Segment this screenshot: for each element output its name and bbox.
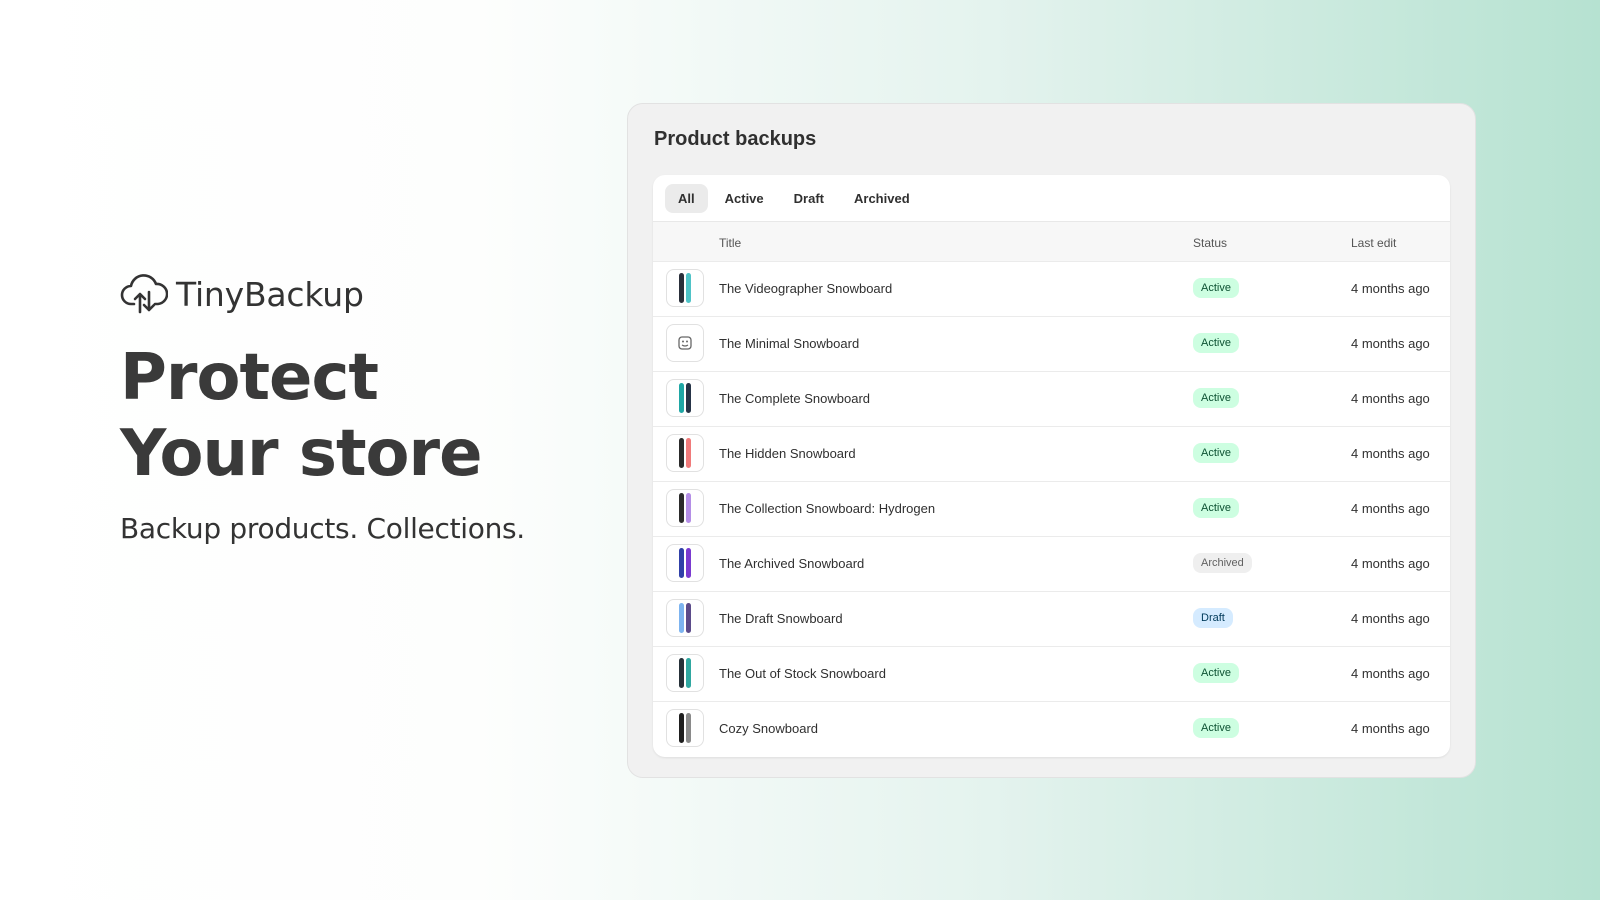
last-edit: 4 months ago (1351, 556, 1430, 571)
last-edit: 4 months ago (1351, 611, 1430, 626)
snowboard-image (679, 438, 684, 468)
snowboard-image (679, 603, 684, 633)
product-title[interactable]: Cozy Snowboard (719, 721, 818, 736)
status-badge: Active (1193, 443, 1239, 463)
product-title[interactable]: The Collection Snowboard: Hydrogen (719, 501, 935, 516)
status-badge: Draft (1193, 608, 1233, 628)
table-row[interactable]: The Hidden Snowboard Active 4 months ago (653, 427, 1450, 482)
product-title[interactable]: The Archived Snowboard (719, 556, 864, 571)
snowboard-image (686, 548, 691, 578)
snowboard-image (679, 658, 684, 688)
product-thumbnail (666, 599, 704, 637)
product-title[interactable]: The Videographer Snowboard (719, 281, 892, 296)
subline: Backup products. Collections. (120, 512, 525, 545)
headline: Protect Your store (120, 340, 525, 492)
tab-draft[interactable]: Draft (781, 184, 837, 213)
snowboard-image (679, 273, 684, 303)
last-edit: 4 months ago (1351, 391, 1430, 406)
table-row[interactable]: The Collection Snowboard: Hydrogen Activ… (653, 482, 1450, 537)
product-title[interactable]: The Minimal Snowboard (719, 336, 859, 351)
table-row[interactable]: The Minimal Snowboard Active 4 months ag… (653, 317, 1450, 372)
product-thumbnail (666, 434, 704, 472)
column-header-last-edit[interactable]: Last edit (1351, 236, 1396, 250)
filter-tabs: All Active Draft Archived (653, 175, 1450, 222)
status-badge: Active (1193, 498, 1239, 518)
headline-line-1: Protect (120, 341, 379, 415)
brand-name: TinyBackup (176, 274, 364, 314)
table-row[interactable]: The Complete Snowboard Active 4 months a… (653, 372, 1450, 427)
table-row[interactable]: The Videographer Snowboard Active 4 mont… (653, 262, 1450, 317)
last-edit: 4 months ago (1351, 446, 1430, 461)
snowboard-image (679, 493, 684, 523)
snowboard-image (686, 273, 691, 303)
headline-line-2: Your store (120, 417, 482, 491)
product-backups-panel: Product backups All Active Draft Archive… (627, 103, 1476, 778)
last-edit: 4 months ago (1351, 666, 1430, 681)
table-row[interactable]: Cozy Snowboard Active 4 months ago (653, 702, 1450, 757)
product-thumbnail (666, 324, 704, 362)
status-badge: Active (1193, 718, 1239, 738)
snowboard-image (679, 548, 684, 578)
last-edit: 4 months ago (1351, 336, 1430, 351)
snowboard-image (686, 603, 691, 633)
cloud-upload-download-icon (120, 274, 168, 314)
product-title[interactable]: The Hidden Snowboard (719, 446, 856, 461)
snowboard-image (686, 493, 691, 523)
tab-all[interactable]: All (665, 183, 708, 213)
hero: TinyBackup Protect Your store Backup pro… (120, 270, 525, 545)
product-thumbnail (666, 654, 704, 692)
status-badge: Active (1193, 388, 1239, 408)
table-row[interactable]: The Out of Stock Snowboard Active 4 mont… (653, 647, 1450, 702)
snowboard-image (679, 383, 684, 413)
table-body: The Videographer Snowboard Active 4 mont… (653, 262, 1450, 757)
product-thumbnail (666, 379, 704, 417)
snowboard-image (686, 658, 691, 688)
brand: TinyBackup (120, 270, 525, 318)
snowboard-image (679, 713, 684, 743)
snowboard-image (686, 383, 691, 413)
product-title[interactable]: The Draft Snowboard (719, 611, 843, 626)
status-badge: Active (1193, 663, 1239, 683)
tab-active[interactable]: Active (712, 184, 777, 213)
table-header: Title Status Last edit (653, 222, 1450, 262)
product-thumbnail (666, 709, 704, 747)
table-row[interactable]: The Archived Snowboard Archived 4 months… (653, 537, 1450, 592)
last-edit: 4 months ago (1351, 281, 1430, 296)
snowboard-image (686, 438, 691, 468)
tab-archived[interactable]: Archived (841, 184, 923, 213)
column-header-title[interactable]: Title (719, 236, 741, 250)
status-badge: Active (1193, 278, 1239, 298)
last-edit: 4 months ago (1351, 501, 1430, 516)
product-thumbnail (666, 489, 704, 527)
product-table-card: All Active Draft Archived Title Status L… (653, 175, 1450, 757)
panel-title: Product backups (654, 128, 817, 150)
product-title[interactable]: The Out of Stock Snowboard (719, 666, 886, 681)
product-thumbnail (666, 269, 704, 307)
product-title[interactable]: The Complete Snowboard (719, 391, 870, 406)
status-badge: Archived (1193, 553, 1252, 573)
column-header-status[interactable]: Status (1193, 236, 1227, 250)
product-thumbnail (666, 544, 704, 582)
snowboard-image (686, 713, 691, 743)
image-placeholder-icon (678, 336, 692, 350)
table-row[interactable]: The Draft Snowboard Draft 4 months ago (653, 592, 1450, 647)
status-badge: Active (1193, 333, 1239, 353)
last-edit: 4 months ago (1351, 721, 1430, 736)
